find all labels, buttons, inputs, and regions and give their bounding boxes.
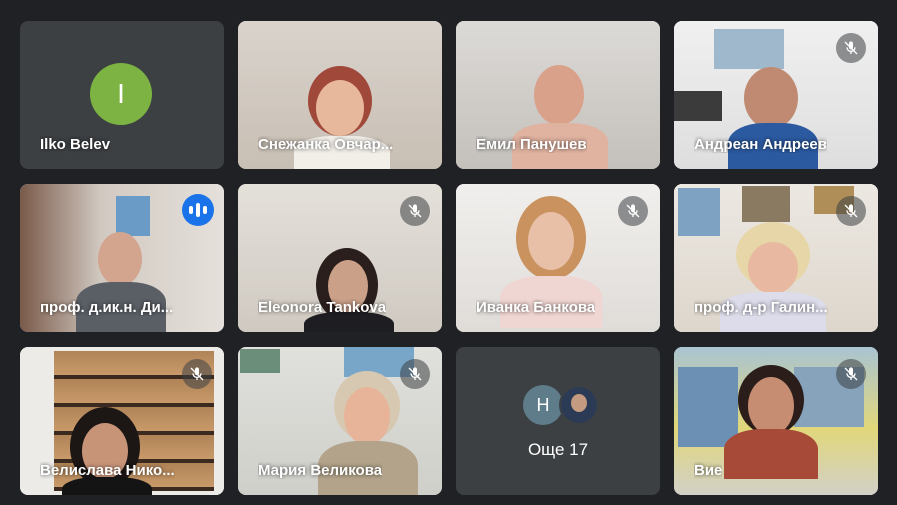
speaking-indicator-icon bbox=[182, 194, 214, 226]
mic-off-icon bbox=[836, 359, 866, 389]
participant-name: Снежанка Овчар... bbox=[258, 136, 394, 153]
participant-tile-ivanka[interactable]: Иванка Банкова bbox=[456, 184, 660, 332]
wall-painting bbox=[742, 186, 790, 222]
more-participants-label: Още 17 bbox=[527, 440, 589, 459]
mic-off-icon bbox=[400, 359, 430, 389]
participant-tile-prof-di[interactable]: проф. д.ик.н. Ди... bbox=[20, 184, 224, 332]
wall-painting bbox=[116, 196, 150, 236]
participant-name: Иванка Банкова bbox=[476, 299, 596, 316]
mic-off-icon bbox=[182, 359, 212, 389]
participant-tile-eleonora[interactable]: Eleonora Tankova bbox=[238, 184, 442, 332]
avatar: I bbox=[90, 63, 152, 125]
participant-tile-prof-galin[interactable]: проф. д-р Галин... bbox=[674, 184, 878, 332]
participant-tile-self[interactable]: Вие bbox=[674, 347, 878, 495]
avatar: H bbox=[523, 385, 563, 425]
poster-board bbox=[678, 367, 738, 447]
participant-name: Андреан Андреев bbox=[694, 136, 827, 153]
participant-name: Велислава Нико... bbox=[40, 462, 175, 479]
participant-tile-andrean[interactable]: Андреан Андреев bbox=[674, 21, 878, 169]
more-participants-tile[interactable]: H Още 17 bbox=[456, 347, 660, 495]
participant-name: Емил Панушев bbox=[476, 136, 587, 153]
mic-off-icon bbox=[400, 196, 430, 226]
participant-name: Ilko Belev bbox=[40, 136, 111, 153]
avatar bbox=[559, 385, 599, 425]
participant-name: Мария Великова bbox=[258, 462, 383, 479]
participant-tile-emil[interactable]: Емил Панушев bbox=[456, 21, 660, 169]
wall-painting bbox=[240, 349, 280, 373]
participant-tile-maria[interactable]: Мария Великова bbox=[238, 347, 442, 495]
background-object bbox=[674, 91, 722, 121]
avatar-letter: H bbox=[536, 394, 550, 415]
wall-poster bbox=[714, 29, 784, 69]
wall-painting bbox=[678, 188, 720, 236]
participant-name: Eleonora Tankova bbox=[258, 299, 387, 316]
participant-tile-ilko-belev[interactable]: I Ilko Belev bbox=[20, 21, 224, 169]
mic-off-icon bbox=[618, 196, 648, 226]
mic-off-icon bbox=[836, 33, 866, 63]
mic-off-icon bbox=[836, 196, 866, 226]
participant-name: Вие bbox=[694, 462, 723, 479]
participant-name: проф. д-р Галин... bbox=[694, 299, 828, 316]
participant-tile-snezhanka[interactable]: Снежанка Овчар... bbox=[238, 21, 442, 169]
participant-tile-velislava[interactable]: Велислава Нико... bbox=[20, 347, 224, 495]
avatar-letter: I bbox=[117, 78, 125, 109]
participant-name: проф. д.ик.н. Ди... bbox=[40, 299, 174, 316]
